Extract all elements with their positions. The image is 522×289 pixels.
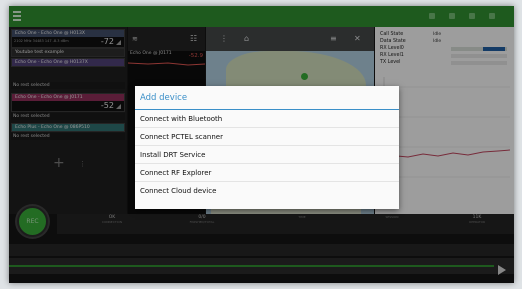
menu-item-rf-explorer[interactable]: Connect RF Explorer	[135, 164, 399, 182]
menu-item-drt[interactable]: Install DRT Service	[135, 146, 399, 164]
add-device-dialog: Add device Connect with Bluetooth Connec…	[135, 86, 399, 209]
app-window: Echo One - Echo One @ H013X 2102 MHz 344…	[9, 6, 514, 283]
menu-item-cloud[interactable]: Connect Cloud device	[135, 182, 399, 200]
menu-item-bluetooth[interactable]: Connect with Bluetooth	[135, 110, 399, 128]
dialog-title: Add device	[140, 93, 188, 103]
menu-item-pctel[interactable]: Connect PCTEL scanner	[135, 128, 399, 146]
